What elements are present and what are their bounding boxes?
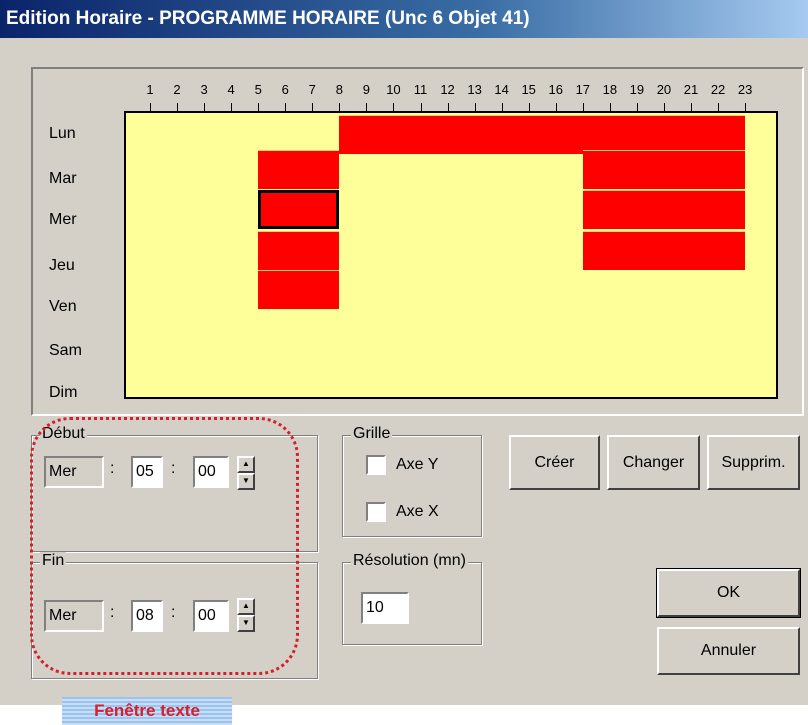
day-label: Mer bbox=[49, 211, 77, 228]
hour-tick bbox=[636, 103, 638, 111]
debut-group: Début bbox=[31, 425, 318, 552]
debut-separator: : bbox=[110, 460, 115, 477]
hour-tick bbox=[474, 103, 476, 111]
resolution-legend: Résolution (mn) bbox=[351, 552, 468, 570]
schedule-block[interactable] bbox=[258, 231, 340, 270]
schedule-grid[interactable] bbox=[124, 111, 778, 399]
schedule-dialog: Edition Horaire - PROGRAMME HORAIRE (Unc… bbox=[0, 0, 808, 705]
schedule-block[interactable] bbox=[339, 115, 746, 154]
changer-button[interactable]: Changer bbox=[607, 435, 700, 490]
day-label: Lun bbox=[49, 125, 76, 142]
hour-tick-label: 23 bbox=[737, 82, 753, 97]
hour-tick-label: 4 bbox=[227, 82, 235, 97]
fin-minute-field[interactable]: 00 bbox=[193, 600, 229, 632]
hour-tick bbox=[204, 103, 206, 111]
hour-tick bbox=[339, 103, 341, 111]
hour-tick bbox=[420, 103, 422, 111]
hour-tick-label: 16 bbox=[548, 82, 563, 97]
hour-tick-label: 21 bbox=[683, 82, 699, 97]
debut-spinner[interactable]: ▲ ▼ bbox=[237, 456, 255, 490]
annuler-button[interactable]: Annuler bbox=[657, 627, 800, 675]
hour-tick bbox=[312, 103, 314, 111]
axe-y-label: Axe Y bbox=[396, 456, 439, 473]
spin-up-icon[interactable]: ▲ bbox=[237, 456, 255, 473]
hour-tick bbox=[609, 103, 611, 111]
hour-tick bbox=[258, 103, 260, 111]
hour-tick-label: 11 bbox=[413, 82, 428, 97]
hour-tick bbox=[447, 103, 449, 111]
hour-tick bbox=[718, 103, 720, 111]
hour-tick-label: 2 bbox=[173, 82, 181, 97]
hour-tick bbox=[582, 103, 584, 111]
hour-tick-label: 5 bbox=[254, 82, 262, 97]
hour-tick-label: 7 bbox=[308, 82, 316, 97]
spin-up-icon[interactable]: ▲ bbox=[237, 598, 255, 615]
creer-button[interactable]: Créer bbox=[509, 435, 600, 490]
hour-tick bbox=[691, 103, 692, 111]
debut-legend: Début bbox=[40, 425, 87, 443]
fin-day-field: Mer bbox=[44, 600, 104, 632]
grille-group: Grille bbox=[342, 425, 482, 537]
hour-tick bbox=[177, 103, 179, 111]
debut-hour-field[interactable]: 05 bbox=[131, 456, 163, 488]
hour-tick-label: 6 bbox=[281, 82, 289, 97]
hour-tick bbox=[366, 103, 368, 111]
resolution-field[interactable]: 10 bbox=[361, 592, 409, 624]
day-label: Mar bbox=[49, 170, 77, 187]
axe-x-checkbox[interactable] bbox=[366, 502, 386, 522]
supprimer-button[interactable]: Supprim. bbox=[707, 435, 800, 490]
fin-spinner[interactable]: ▲ ▼ bbox=[237, 598, 255, 632]
schedule-block[interactable] bbox=[582, 150, 746, 189]
spin-down-icon[interactable]: ▼ bbox=[237, 615, 255, 632]
fin-legend: Fin bbox=[40, 552, 67, 570]
hour-tick-label: 18 bbox=[602, 82, 618, 97]
schedule-block[interactable] bbox=[258, 270, 340, 309]
hour-tick bbox=[501, 103, 503, 111]
hour-tick bbox=[555, 103, 557, 111]
grille-legend: Grille bbox=[351, 425, 393, 443]
fin-separator: : bbox=[110, 604, 115, 621]
hour-tick bbox=[231, 103, 233, 111]
hour-tick bbox=[285, 103, 287, 111]
schedule-block[interactable] bbox=[258, 150, 340, 189]
ok-button[interactable]: OK bbox=[656, 568, 801, 618]
axe-y-checkbox[interactable] bbox=[366, 455, 386, 475]
hour-tick bbox=[528, 103, 530, 111]
hour-tick bbox=[663, 103, 665, 111]
hour-tick bbox=[745, 103, 747, 111]
schedule-block[interactable] bbox=[582, 190, 746, 229]
hour-tick-label: 3 bbox=[200, 82, 208, 97]
schedule-block[interactable] bbox=[582, 231, 746, 270]
hour-tick-label: 8 bbox=[335, 82, 343, 97]
text-window-caption: Fenêtre texte bbox=[62, 697, 232, 725]
window-title: Edition Horaire - PROGRAMME HORAIRE (Unc… bbox=[0, 0, 808, 38]
hour-tick-label: 13 bbox=[467, 82, 482, 97]
hour-tick-label: 22 bbox=[710, 82, 726, 97]
hour-tick-label: 15 bbox=[521, 82, 536, 97]
day-label: Dim bbox=[49, 384, 78, 401]
hour-tick bbox=[150, 103, 151, 111]
day-label: Sam bbox=[49, 342, 82, 359]
hour-tick-label: 17 bbox=[575, 82, 591, 97]
fin-separator-2: : bbox=[171, 604, 176, 621]
debut-minute-field[interactable]: 00 bbox=[193, 456, 229, 488]
debut-day-field: Mer bbox=[44, 456, 104, 488]
hour-tick-label: 1 bbox=[146, 82, 154, 97]
day-label: Jeu bbox=[49, 257, 75, 274]
day-label: Ven bbox=[49, 298, 77, 315]
axe-x-label: Axe X bbox=[396, 503, 439, 520]
hour-tick-label: 10 bbox=[386, 82, 401, 97]
schedule-block[interactable] bbox=[258, 190, 340, 229]
fin-hour-field[interactable]: 08 bbox=[131, 600, 163, 632]
hour-tick-label: 14 bbox=[494, 82, 509, 97]
hour-tick bbox=[393, 103, 395, 111]
hour-tick-label: 19 bbox=[629, 82, 645, 97]
hour-tick-label: 9 bbox=[362, 82, 371, 97]
spin-down-icon[interactable]: ▼ bbox=[237, 473, 255, 490]
debut-separator-2: : bbox=[171, 460, 176, 477]
hour-tick-label: 20 bbox=[656, 82, 672, 97]
hour-tick-label: 12 bbox=[440, 82, 455, 97]
